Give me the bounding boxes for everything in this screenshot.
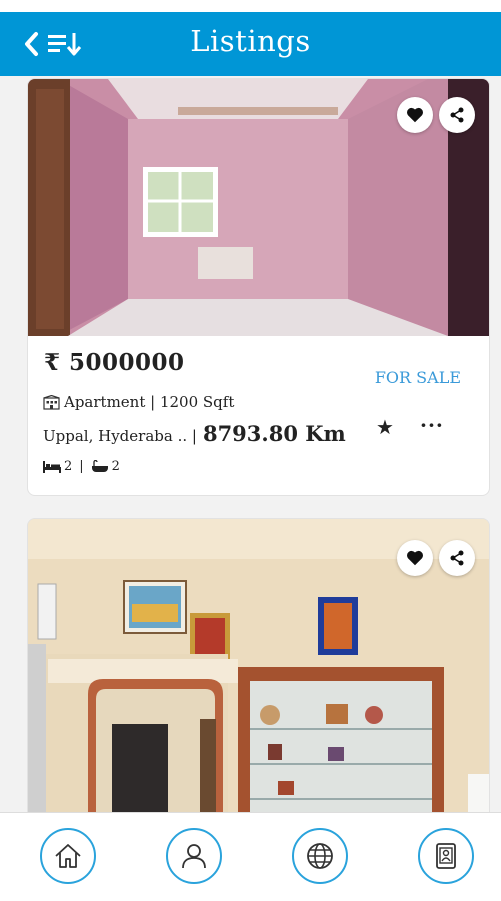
status-bar <box>0 0 501 12</box>
home-icon <box>55 844 81 868</box>
nav-profile-button[interactable] <box>166 828 222 884</box>
separator: | <box>79 459 84 474</box>
more-options-icon[interactable]: ··· <box>420 413 444 437</box>
listings-list[interactable]: ₹ 5000000 FOR SALE Apartment | 1200 Sqft… <box>0 76 501 812</box>
listing-price: ₹ 5000000 <box>44 349 185 376</box>
location-text: Uppal, Hyderaba .. | <box>43 427 197 445</box>
location-row: Uppal, Hyderaba .. | 8793.80 Km <box>43 421 346 446</box>
nav-contact-button[interactable] <box>418 828 474 884</box>
status-badge: FOR SALE <box>374 368 461 387</box>
favorite-button[interactable] <box>397 540 433 576</box>
heart-icon <box>407 550 423 566</box>
user-icon <box>182 844 206 869</box>
share-icon <box>450 107 464 123</box>
building-icon <box>43 394 60 410</box>
listing-photo[interactable] <box>28 79 489 336</box>
contact-card-icon <box>436 843 456 869</box>
beds-count: 2 <box>64 459 73 474</box>
rooms-row: 2 | 2 <box>43 459 120 474</box>
bottom-navigation <box>0 812 501 901</box>
bed-icon <box>43 460 61 473</box>
nav-home-button[interactable] <box>40 828 96 884</box>
bathtub-icon <box>91 460 108 472</box>
share-icon <box>450 550 464 566</box>
share-button[interactable] <box>439 540 475 576</box>
listing-card[interactable] <box>27 518 490 812</box>
distance-text: 8793.80 Km <box>202 421 346 446</box>
app-bar: Listings <box>0 12 501 76</box>
property-type-row: Apartment | 1200 Sqft <box>43 393 234 411</box>
baths-count: 2 <box>111 459 120 474</box>
heart-icon <box>407 107 423 123</box>
favorite-button[interactable] <box>397 97 433 133</box>
nav-explore-button[interactable] <box>292 828 348 884</box>
star-icon[interactable]: ★ <box>376 415 394 439</box>
page-title: Listings <box>190 24 311 58</box>
globe-icon <box>307 843 333 869</box>
property-type-text: Apartment | 1200 Sqft <box>64 393 235 411</box>
share-button[interactable] <box>439 97 475 133</box>
listing-card[interactable]: ₹ 5000000 FOR SALE Apartment | 1200 Sqft… <box>27 78 490 496</box>
listing-photo[interactable] <box>28 519 489 812</box>
